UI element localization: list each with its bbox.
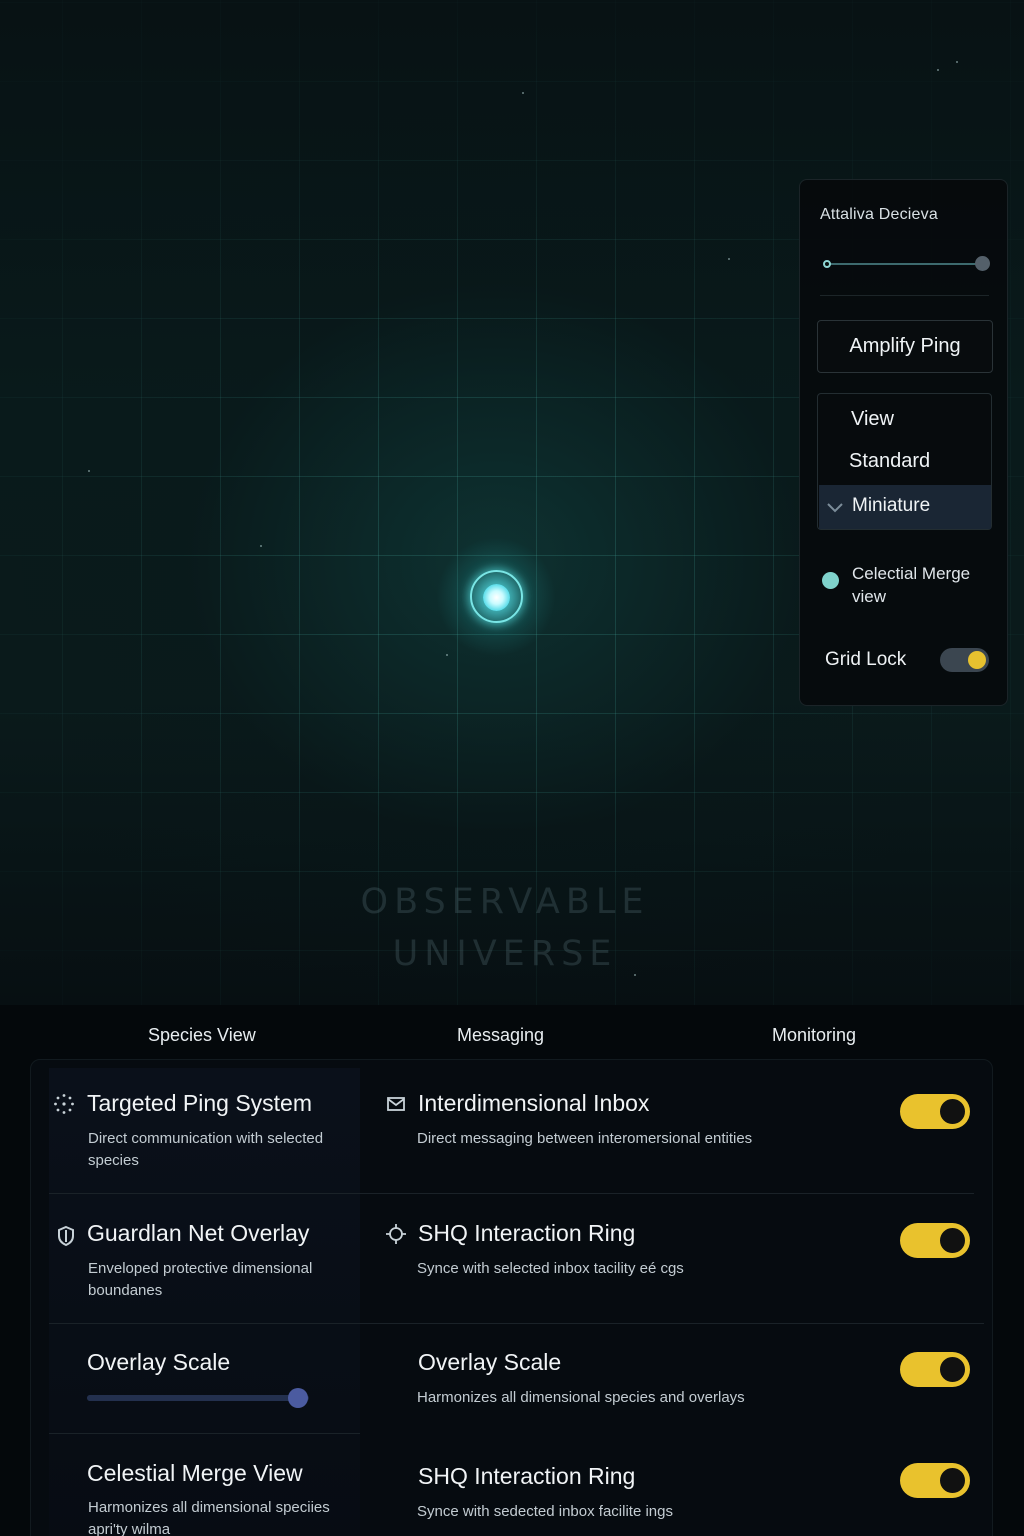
guardian-net-desc: Enveloped protective dimensional boundan… xyxy=(88,1260,313,1299)
amplify-ping-button[interactable]: Amplify Ping xyxy=(817,320,993,373)
universe-map[interactable]: OBSERVABLE UNIVERSE Attaliva Decieva Amp… xyxy=(0,0,1024,1005)
overlay-scale-right-title: Overlay Scale xyxy=(418,1349,562,1375)
toggle-knob xyxy=(938,1226,967,1255)
bottom-panel: Species View Messaging Monitoring Target… xyxy=(0,1005,1024,1536)
features-card: Targeted Ping System Direct communicatio… xyxy=(30,1059,993,1536)
tab-species-view[interactable]: Species View xyxy=(148,1025,256,1046)
shq-ring-desc: Synce with selected inbox tacility eé cg… xyxy=(417,1260,684,1277)
overlay-scale-title: Overlay Scale xyxy=(87,1349,231,1375)
crosshair-icon xyxy=(386,1224,406,1244)
toggle-knob xyxy=(968,651,986,669)
tab-monitoring[interactable]: Monitoring xyxy=(772,1025,856,1046)
targeted-ping-desc: Direct communication with selected speci… xyxy=(88,1130,324,1169)
overlay-scale-slider[interactable] xyxy=(87,1387,319,1409)
overlay-scale-right-desc: Harmonizes all dimensional species and o… xyxy=(417,1389,745,1406)
view-option-label: Miniature xyxy=(852,495,931,516)
celestial-merge-title: Celestial Merge View xyxy=(87,1460,303,1486)
interdimensional-inbox-toggle[interactable] xyxy=(900,1094,970,1129)
watermark-line-2: UNIVERSE xyxy=(392,934,618,974)
panel-slider[interactable] xyxy=(820,256,990,272)
tab-messaging[interactable]: Messaging xyxy=(457,1025,544,1046)
shq-ring-2-toggle[interactable] xyxy=(900,1463,970,1498)
star xyxy=(937,69,939,71)
slider-fill xyxy=(87,1395,299,1401)
ping-dots-icon xyxy=(54,1094,74,1114)
grid-lock-label: Grid Lock xyxy=(825,649,907,670)
celestial-merge-desc: Harmonizes all dimensional speciies apri… xyxy=(88,1499,330,1536)
star xyxy=(956,61,958,63)
panel-title: Attaliva Decieva xyxy=(820,206,938,223)
ping-source-icon[interactable] xyxy=(483,584,510,611)
view-dropdown[interactable]: View Standard Miniature xyxy=(817,393,992,530)
observable-universe-watermark: OBSERVABLE UNIVERSE xyxy=(300,876,710,980)
interdimensional-inbox-desc: Direct messaging between interomersional… xyxy=(417,1130,753,1147)
slider-track[interactable] xyxy=(828,263,980,265)
interdimensional-inbox-title: Interdimensional Inbox xyxy=(418,1090,650,1116)
chevron-down-icon xyxy=(827,503,843,513)
divider xyxy=(820,295,989,296)
slider-handle[interactable] xyxy=(288,1388,309,1408)
targeted-ping-title: Targeted Ping System xyxy=(87,1090,313,1116)
shield-icon xyxy=(58,1225,74,1247)
star xyxy=(522,92,524,94)
view-option-standard[interactable]: Standard xyxy=(849,450,930,473)
slider-start-dot xyxy=(823,260,831,268)
celestial-merge-radio[interactable] xyxy=(822,572,839,589)
shq-ring-2-title: SHQ Interaction Ring xyxy=(418,1463,636,1489)
toggle-knob xyxy=(938,1355,967,1384)
star xyxy=(446,654,448,656)
toggle-knob xyxy=(938,1097,967,1126)
row-divider xyxy=(49,1193,974,1194)
control-panel: Attaliva Decieva Amplify Ping View Stand… xyxy=(799,179,1008,706)
view-label: View xyxy=(851,408,894,430)
star xyxy=(728,258,730,260)
shq-ring-toggle[interactable] xyxy=(900,1223,970,1258)
shq-ring-2-desc: Synce with sedected inbox facilite ings xyxy=(417,1503,673,1520)
row-divider xyxy=(49,1323,984,1324)
overlay-scale-toggle[interactable] xyxy=(900,1352,970,1387)
slider-handle[interactable] xyxy=(975,256,990,271)
row-divider xyxy=(49,1433,360,1434)
envelope-icon xyxy=(387,1097,405,1111)
shq-ring-title: SHQ Interaction Ring xyxy=(418,1220,636,1246)
celestial-merge-label: Celectial Merge view xyxy=(852,564,971,606)
grid-lock-toggle[interactable] xyxy=(940,648,989,672)
toggle-knob xyxy=(938,1466,967,1495)
star xyxy=(260,545,262,547)
guardian-net-title: Guardlan Net Overlay xyxy=(87,1220,310,1246)
watermark-line-1: OBSERVABLE xyxy=(360,882,650,922)
star xyxy=(88,470,90,472)
view-option-miniature[interactable]: Miniature xyxy=(819,485,991,529)
